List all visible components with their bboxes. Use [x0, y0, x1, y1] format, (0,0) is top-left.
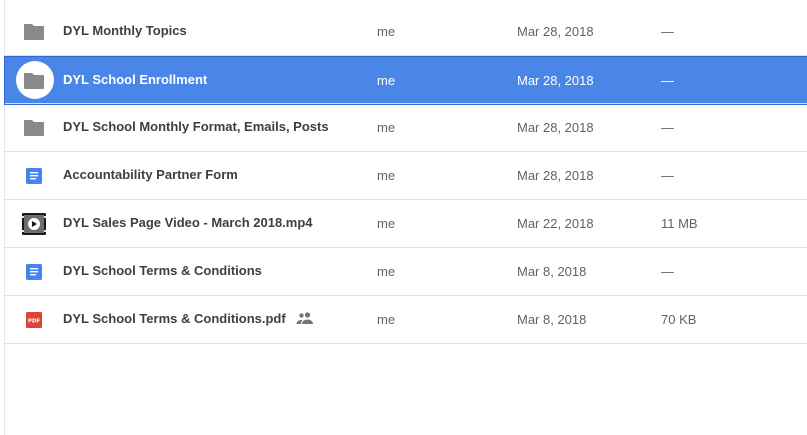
file-last-modified: Mar 28, 2018 — [517, 73, 594, 88]
file-name: DYL School Terms & Conditions — [63, 263, 262, 278]
file-row[interactable]: DYL Sales Page Video - March 2018.mp4 me M… — [5, 200, 807, 248]
folder-icon — [22, 69, 46, 93]
folder-icon — [22, 116, 46, 140]
file-name: DYL School Enrollment — [63, 72, 208, 87]
file-last-modified: Mar 8, 2018 — [517, 264, 587, 279]
file-row[interactable]: Accountability Partner Form me Mar 28, 201… — [5, 152, 807, 200]
file-name: Accountability Partner Form — [63, 167, 238, 182]
file-owner: me — [377, 312, 396, 327]
file-last-modified: Mar 28, 2018 — [517, 24, 594, 39]
folder-icon — [22, 20, 46, 44]
shared-people-icon — [296, 312, 314, 326]
file-size: 70 KB — [661, 312, 697, 327]
file-last-modified: Mar 8, 2018 — [517, 312, 587, 327]
file-owner: me — [377, 264, 396, 279]
video-file-icon — [22, 212, 46, 236]
file-owner: me — [377, 168, 396, 183]
drive-file-list-view: DYL Monthly Topics me Mar 28, 2018— DYL Sch… — [0, 0, 807, 435]
file-owner: me — [377, 120, 396, 135]
file-size: — — [661, 168, 674, 183]
file-row[interactable]: DYL School Monthly Format, Emails, Posts… — [5, 104, 807, 152]
file-name: DYL Monthly Topics — [63, 23, 187, 38]
svg-text:PDF: PDF — [28, 319, 41, 325]
file-list: DYL Monthly Topics me Mar 28, 2018— DYL Sch… — [4, 8, 807, 344]
file-name: DYL School Monthly Format, Emails, Posts — [63, 119, 329, 134]
google-doc-icon — [22, 260, 46, 284]
file-row-selected[interactable]: DYL School Enrollment me Mar 28, 2018 — — [4, 56, 807, 105]
file-size: — — [661, 264, 674, 279]
file-owner: me — [377, 216, 396, 231]
file-row[interactable]: PDF DYL School Terms & Conditions.pdf me Ma… — [5, 296, 807, 344]
file-last-modified: Mar 28, 2018 — [517, 168, 594, 183]
file-owner: me — [377, 24, 396, 39]
file-owner: me — [377, 73, 396, 88]
pdf-file-icon: PDF — [22, 308, 46, 332]
file-size: — — [661, 24, 674, 39]
file-row[interactable]: DYL School Terms & Conditions me Mar 8, 20… — [5, 248, 807, 296]
google-doc-icon — [22, 164, 46, 188]
file-name: DYL Sales Page Video - March 2018.mp4 — [63, 215, 313, 230]
file-last-modified: Mar 28, 2018 — [517, 120, 594, 135]
file-row[interactable]: DYL Monthly Topics me Mar 28, 2018 — — [5, 8, 807, 56]
file-size: 11 MB — [661, 216, 698, 231]
file-size: — — [661, 73, 674, 88]
file-size: — — [661, 120, 674, 135]
file-last-modified: Mar 22, 2018 — [517, 216, 594, 231]
file-name: DYL School Terms & Conditions.pdf — [63, 311, 286, 326]
